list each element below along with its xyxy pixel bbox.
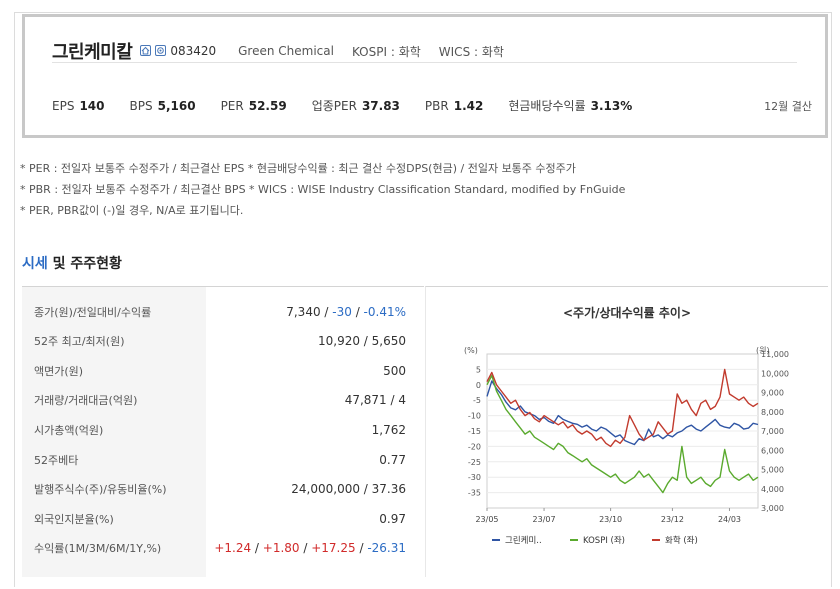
metric-dividend-yield: 현금배당수익률 3.13% bbox=[508, 99, 633, 113]
stat-row: 외국인지분율(%) 0.97 bbox=[22, 504, 424, 533]
right-axis-unit: (원) bbox=[756, 346, 770, 355]
metrics-row: EPS 140 BPS 5,160 PER 52.59 업종PER 37.83 PBR 1… bbox=[52, 97, 657, 114]
stat-label: 거래량/거래대금(억원) bbox=[34, 394, 138, 408]
stat-label: 시가총액(억원) bbox=[34, 423, 104, 437]
y-right-tick-label: 5,000 bbox=[761, 466, 784, 475]
stats-table: 종가(원)/전일대비/수익률 7,340 / -30 / -0.41% 52주 최고… bbox=[22, 286, 424, 577]
y-right-tick-label: 9,000 bbox=[761, 389, 784, 398]
y-left-tick-label: 0 bbox=[476, 381, 481, 390]
y-right-tick-label: 4,000 bbox=[761, 485, 784, 494]
y-left-tick-label: -30 bbox=[468, 473, 481, 482]
stat-label: 발행주식수(주)/유동비율(%) bbox=[34, 483, 167, 497]
market-info: KOSPI : 화학 bbox=[351, 44, 421, 59]
stat-label: 외국인지분율(%) bbox=[34, 512, 114, 526]
x-tick-label: 23/10 bbox=[599, 515, 622, 524]
stat-label: 수익률(1M/3M/6M/1Y,%) bbox=[34, 542, 162, 556]
stat-label: 52주베타 bbox=[34, 453, 79, 467]
legend-label: KOSPI (좌) bbox=[583, 536, 625, 546]
stat-row: 거래량/거래대금(억원) 47,871 / 4 bbox=[22, 386, 424, 415]
price-chart: 50-5-10-15-20-25-30-3511,00010,0009,0008… bbox=[464, 346, 789, 546]
company-name: 그린케미칼 bbox=[52, 42, 133, 63]
chart-panel: <주가/상대수익률 추이> 5 0 -5 -10 -15 -20 -25 -30 -35 11,0… bbox=[425, 286, 828, 577]
y-right-tick-label: 7,000 bbox=[761, 427, 784, 436]
stat-value: 1,762 bbox=[371, 422, 406, 437]
stat-label: 52주 최고/최저(원) bbox=[34, 335, 125, 349]
notes: * PER : 전일자 보통주 수정주가 / 최근결산 EPS * 현금배당수익… bbox=[20, 158, 625, 221]
y-right-tick-label: 10,000 bbox=[761, 369, 789, 378]
stat-value: 24,000,000 / 37.36 bbox=[291, 482, 406, 497]
stat-row: 52주베타 0.77 bbox=[22, 445, 424, 474]
wics-info: WICS : 화학 bbox=[438, 44, 504, 59]
stat-row: 52주 최고/최저(원) 10,920 / 5,650 bbox=[22, 327, 424, 356]
metric-bps: BPS 5,160 bbox=[129, 99, 196, 113]
note-line: * PER, PBR값이 (-)일 경우, N/A로 표기됩니다. bbox=[20, 204, 244, 217]
stat-value: 0.77 bbox=[379, 452, 406, 467]
fiscal-note: 12월 결산 bbox=[764, 100, 812, 113]
section-title: 시세 및 주주현황 bbox=[22, 256, 122, 272]
x-tick-label: 24/03 bbox=[718, 515, 741, 524]
metric-pbr: PBR 1.42 bbox=[424, 99, 484, 113]
x-tick-label: 23/07 bbox=[533, 515, 556, 524]
header-divider bbox=[52, 62, 797, 63]
y-right-tick-label: 6,000 bbox=[761, 446, 784, 455]
y-left-tick-label: -15 bbox=[468, 427, 481, 436]
stat-row: 액면가(원) 500 bbox=[22, 356, 424, 385]
stat-row: 발행주식수(주)/유동비율(%) 24,000,000 / 37.36 bbox=[22, 475, 424, 504]
y-left-tick-label: -35 bbox=[468, 489, 481, 498]
stat-row: 시가총액(억원) 1,762 bbox=[22, 415, 424, 444]
legend-label: 그린케미.. bbox=[505, 535, 542, 546]
stat-value: 47,871 / 4 bbox=[344, 393, 406, 408]
y-left-tick-label: -5 bbox=[473, 396, 481, 405]
stat-label: 액면가(원) bbox=[34, 364, 84, 378]
metric-per: PER 52.59 bbox=[220, 99, 287, 113]
stat-value: 10,920 / 5,650 bbox=[317, 334, 406, 349]
ir-icon[interactable] bbox=[155, 44, 167, 56]
x-tick-label: 23/05 bbox=[475, 515, 498, 524]
stat-value: 0.97 bbox=[379, 511, 406, 526]
stat-row: 수익률(1M/3M/6M/1Y,%) +1.24 / +1.80 / +17.25… bbox=[22, 534, 424, 563]
home-icon[interactable] bbox=[140, 44, 152, 56]
company-title-row: 그린케미칼 083420 Green Chemical KOSPI : 화학 W… bbox=[52, 39, 504, 63]
company-code: 083420 bbox=[170, 44, 217, 58]
x-tick-label: 23/12 bbox=[661, 515, 684, 524]
note-line: * PER : 전일자 보통주 수정주가 / 최근결산 EPS * 현금배당수익… bbox=[20, 162, 576, 175]
metric-industry-per: 업종PER 37.83 bbox=[311, 99, 400, 113]
stat-row: 종가(원)/전일대비/수익률 7,340 / -30 / -0.41% bbox=[22, 297, 424, 326]
y-left-tick-label: -25 bbox=[468, 458, 481, 467]
stat-value: 7,340 / -30 / -0.41% bbox=[286, 304, 406, 319]
y-left-tick-label: -10 bbox=[468, 412, 481, 421]
y-right-tick-label: 8,000 bbox=[761, 408, 784, 417]
legend-label: 화학 (좌) bbox=[665, 535, 698, 546]
stat-label: 종가(원)/전일대비/수익률 bbox=[34, 305, 152, 319]
y-left-tick-label: -20 bbox=[468, 442, 481, 451]
metric-eps: EPS 140 bbox=[52, 99, 105, 113]
y-right-tick-label: 3,000 bbox=[761, 504, 784, 513]
stat-value: 500 bbox=[383, 363, 406, 378]
stat-value: +1.24 / +1.80 / +17.25 / -26.31 bbox=[214, 541, 406, 556]
company-english-name: Green Chemical bbox=[238, 44, 334, 58]
left-axis-unit: (%) bbox=[464, 346, 478, 355]
company-header bbox=[22, 14, 828, 138]
y-left-tick-label: 5 bbox=[476, 365, 481, 374]
note-line: * PBR : 전일자 보통주 수정주가 / 최근결산 BPS * WICS :… bbox=[20, 183, 626, 196]
